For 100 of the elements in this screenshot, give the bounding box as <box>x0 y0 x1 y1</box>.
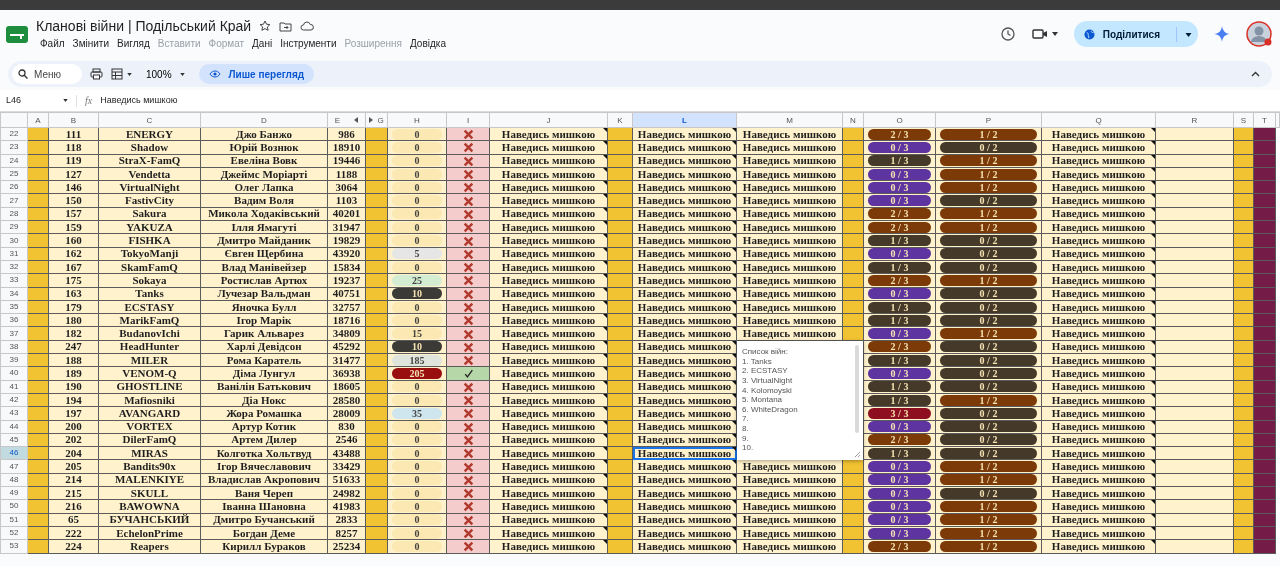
column-header[interactable]: H <box>387 112 447 128</box>
name-box[interactable]: L46 <box>6 93 68 108</box>
share-button[interactable]: Поділитися <box>1073 21 1198 47</box>
tally-pill: 2 / 3 <box>868 208 931 220</box>
cross-icon <box>462 328 474 340</box>
count-pill: 35 <box>392 407 442 419</box>
menu-item[interactable]: Вигляд <box>113 38 154 50</box>
cross-icon <box>462 501 474 513</box>
column-header[interactable]: I <box>446 112 490 128</box>
left-arrow-icon[interactable] <box>354 117 359 123</box>
tally-pill: 1 / 3 <box>868 381 931 393</box>
tally-pill: 1 / 2 <box>940 394 1037 406</box>
column-header[interactable]: A <box>27 112 49 128</box>
count-pill: 0 <box>392 434 442 446</box>
search-box[interactable]: Меню <box>12 64 82 84</box>
menu-item[interactable]: Довідка <box>406 38 450 50</box>
search-field[interactable]: Меню <box>32 65 72 83</box>
history-icon[interactable] <box>999 26 1016 42</box>
tally-pill: 0 / 3 <box>868 195 931 207</box>
column-header[interactable]: K <box>607 112 633 128</box>
cross-icon <box>462 288 474 300</box>
right-arrow-icon[interactable] <box>369 117 374 123</box>
count-pill: 0 <box>392 195 442 207</box>
view-only-button[interactable]: Лише перегляд <box>198 64 315 84</box>
column-header[interactable]: T <box>1253 112 1276 128</box>
star-icon[interactable] <box>259 20 272 32</box>
tally-pill: 0 / 2 <box>940 447 1037 459</box>
tally-pill: 1 / 3 <box>868 235 931 246</box>
tally-pill: 1 / 2 <box>940 527 1037 539</box>
menu-item[interactable]: Змінити <box>68 38 113 50</box>
tally-pill: 0 / 2 <box>940 368 1037 379</box>
caret-icon[interactable] <box>1185 32 1192 37</box>
column-header[interactable]: J <box>489 112 608 128</box>
cross-icon <box>462 448 474 459</box>
comment-line: 6. WhiteDragon <box>742 404 799 415</box>
cross-icon <box>462 142 474 154</box>
column-header[interactable]: P <box>935 112 1042 128</box>
tally-pill: 2 / 3 <box>868 274 931 286</box>
column-header[interactable]: C <box>98 112 201 128</box>
scrollbar-thumb[interactable] <box>855 345 859 434</box>
folder-move-icon[interactable] <box>279 20 293 32</box>
tally-pill: 2 / 3 <box>868 540 931 552</box>
tally-pill: 1 / 3 <box>868 447 931 459</box>
column-header[interactable]: N <box>842 112 864 128</box>
cross-icon <box>462 355 474 366</box>
tally-pill: 2 / 3 <box>868 341 931 353</box>
tally-pill: 0 / 2 <box>940 314 1037 326</box>
count-pill: 0 <box>392 261 442 273</box>
avatar-icon[interactable] <box>1246 21 1272 47</box>
video-call-button[interactable] <box>1031 28 1058 40</box>
column-header-cell[interactable]: E <box>327 112 366 128</box>
column-header[interactable]: D <box>200 112 328 128</box>
column-header[interactable]: R <box>1155 112 1234 128</box>
menu-item[interactable]: Дані <box>248 38 277 50</box>
column-header[interactable]: Q <box>1041 112 1156 128</box>
resize-grip-icon[interactable] <box>854 450 861 458</box>
tally-pill: 0 / 2 <box>940 487 1037 499</box>
zoom-dropdown[interactable]: 100% <box>140 65 191 83</box>
tally-pill: 0 / 3 <box>868 461 931 473</box>
tally-pill: 1 / 3 <box>868 394 931 406</box>
comment-line: 8. <box>742 424 750 434</box>
column-header[interactable]: M <box>736 112 843 128</box>
column-header-cell[interactable]: G <box>365 112 388 128</box>
tally-pill: 1 / 3 <box>868 261 931 273</box>
column-header[interactable]: B <box>48 112 99 128</box>
camera-icon <box>1031 28 1048 40</box>
tally-pill: 0 / 2 <box>940 235 1037 246</box>
count-pill: 0 <box>392 314 442 326</box>
search-icon <box>18 69 28 79</box>
tally-pill: 0 / 2 <box>940 301 1037 313</box>
count-pill: 0 <box>392 181 442 193</box>
tally-pill: 0 / 2 <box>940 381 1037 393</box>
sparkle-icon[interactable] <box>1214 26 1230 42</box>
spreadsheet-logo-icon[interactable] <box>6 25 28 43</box>
caret-icon <box>127 72 132 76</box>
tally-pill: 1 / 2 <box>940 461 1037 473</box>
tally-pill: 0 / 2 <box>940 288 1037 300</box>
tally-pill: 0 / 3 <box>868 141 931 153</box>
cloud-icon[interactable] <box>300 21 315 31</box>
tally-pill: 1 / 2 <box>940 514 1037 526</box>
column-header[interactable]: L <box>632 112 737 128</box>
cross-icon <box>462 381 474 393</box>
document-title: Кланові війни | Подільський Край <box>36 18 252 34</box>
tally-pill: 1 / 3 <box>868 301 931 313</box>
column-header[interactable]: O <box>863 112 936 128</box>
menu-item[interactable]: Інструменти <box>276 38 341 50</box>
count-pill: 15 <box>392 328 442 340</box>
corner-cell[interactable] <box>0 112 28 128</box>
count-pill: 0 <box>392 527 442 539</box>
cross-icon <box>462 302 474 313</box>
count-pill: 25 <box>392 274 442 286</box>
tally-pill: 0 / 3 <box>868 181 931 193</box>
cross-icon <box>462 395 474 406</box>
tally-pill: 0 / 3 <box>868 368 931 379</box>
format-menu-button[interactable] <box>111 68 132 80</box>
print-icon[interactable] <box>90 68 103 80</box>
chevron-up-icon[interactable] <box>1251 71 1260 77</box>
menu-item[interactable]: Файл <box>36 38 69 50</box>
grid-icon <box>111 68 123 80</box>
formula-label: fx <box>85 94 93 108</box>
